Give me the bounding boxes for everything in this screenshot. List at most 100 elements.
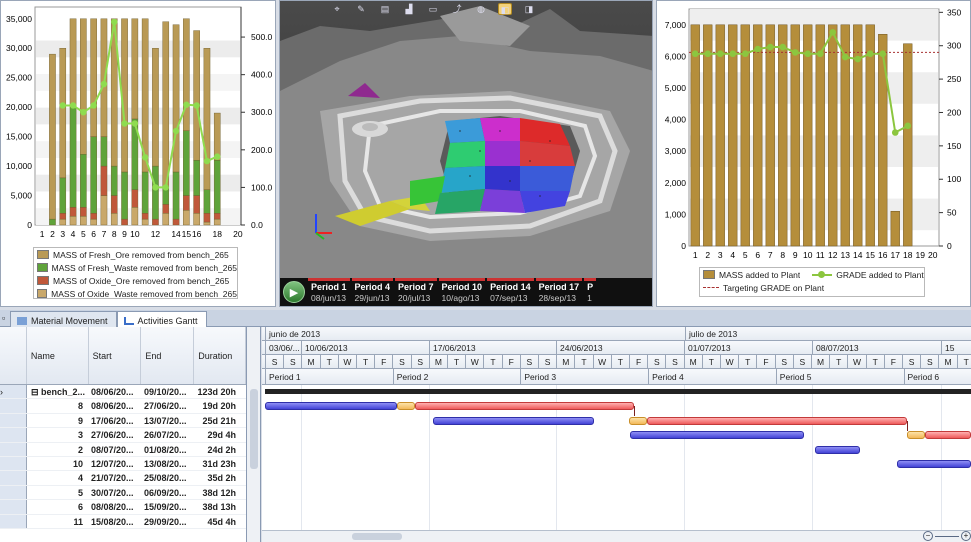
zoom-out-icon[interactable]: − (923, 531, 933, 541)
y-tick-label: 20,000 (6, 102, 32, 112)
pit-3d-scene[interactable] (280, 1, 653, 280)
timeline-period[interactable]: Period 4 29/jun/13 (351, 278, 394, 306)
pit-3d-viewer[interactable]: ⌖ ✎ ▤ ▟ ▭ ⤴ ◍ ◧ ◨ ▶ Period 1 08/jun/13 Period 4 29/… (279, 0, 653, 307)
gantt-task-bar[interactable] (647, 416, 907, 425)
timeline-period[interactable]: Period 1 08/jun/13 (308, 278, 350, 306)
grid-row[interactable]: 11 15/08/20... 29/09/20... 45d 4h (0, 514, 246, 529)
plant-grade-point (741, 50, 749, 58)
grid-row[interactable]: 6 08/08/20... 15/09/20... 38d 13h (0, 500, 246, 515)
grade-point (69, 102, 77, 109)
column-header-name[interactable]: Name (27, 327, 89, 384)
bottom-tab-strip: ▫ Material Movement Activities Gantt (0, 310, 971, 327)
grid-row[interactable]: 8 08/06/20... 27/06/20... 19d 20h (0, 399, 246, 414)
plant-grade-point (791, 49, 799, 56)
shade-icon[interactable]: ◧ (498, 3, 512, 15)
cell-name: 9 (77, 415, 83, 426)
gantt-day-label: F (629, 355, 647, 369)
section-icon[interactable]: ▭ (426, 3, 440, 15)
play-button[interactable]: ▶ (280, 278, 308, 306)
x-tick-label: 12 (828, 250, 838, 260)
plant-grade-point (716, 50, 724, 58)
y2-tick-label: 300.0 (251, 107, 273, 117)
legend-item-fresh-waste: MASS of Fresh_Waste removed from bench_2… (34, 261, 237, 274)
timeline-period[interactable]: P1 (584, 278, 597, 306)
stacked-bar-segment (141, 213, 149, 220)
timeline-period[interactable]: Period 14 07/sep/13 (487, 278, 534, 306)
column-header-end[interactable]: End (141, 327, 195, 384)
activities-grid: Name Start End Duration › ⊟ bench_2... 08/… (0, 327, 247, 542)
gantt-day-label: T (356, 355, 374, 369)
gantt-task-bar[interactable] (397, 402, 415, 411)
column-header-duration[interactable]: Duration (194, 327, 246, 384)
y-tick-label: 2,000 (665, 178, 687, 188)
grid-row[interactable]: 10 12/07/20... 13/08/20... 31d 23h (0, 456, 246, 472)
render-icon[interactable]: ◨ (522, 3, 536, 15)
pin-icon[interactable]: ▫ (2, 310, 10, 326)
cell-start: 08/08/20... (91, 502, 134, 513)
timeline-period[interactable]: Period 7 20/jul/13 (395, 278, 437, 306)
tab-material-movement[interactable]: Material Movement (10, 311, 117, 327)
stacked-bar-segment (172, 24, 180, 173)
tab-activities-gantt[interactable]: Activities Gantt (116, 311, 207, 327)
row-header (0, 399, 27, 413)
timeline-period[interactable]: Period 10 10/ago/13 (438, 278, 486, 306)
axes-icon[interactable]: ⌖ (330, 3, 344, 15)
scroll-thumb[interactable] (250, 389, 258, 469)
gantt-task-bar[interactable] (433, 416, 594, 425)
stacked-bar-segment (90, 136, 97, 214)
grid-vertical-scrollbar[interactable] (247, 327, 261, 542)
stacked-bar-segment (141, 171, 149, 214)
gantt-day-label: W (465, 355, 483, 369)
stacked-bar-segment (213, 112, 221, 161)
solid-icon[interactable]: ◍ (474, 3, 488, 15)
gantt-task-bar[interactable] (629, 416, 647, 425)
gantt-task-bar[interactable] (265, 402, 397, 411)
surface-icon[interactable]: ▟ (402, 3, 416, 15)
grid-row[interactable]: 3 27/06/20... 26/07/20... 29d 4h (0, 428, 246, 443)
grid-row[interactable]: 4 21/07/20... 25/08/20... 35d 2h (0, 471, 246, 486)
path-icon[interactable]: ⤴ (450, 3, 464, 15)
h-scroll-thumb[interactable] (352, 533, 402, 540)
timeline-period[interactable]: Period 17 28/sep/13 (535, 278, 583, 306)
column-header-start[interactable]: Start (89, 327, 142, 384)
gantt-task-bar[interactable] (815, 445, 860, 454)
gantt-task-bar[interactable] (907, 431, 925, 440)
legend-item-oxide-waste: MASS of Oxide_Waste removed from bench_2… (34, 287, 237, 298)
gantt-day-label: F (374, 355, 392, 369)
select-icon[interactable]: ✎ (354, 3, 368, 15)
stacked-bar-segment (69, 215, 77, 226)
plant-grade-point (829, 29, 837, 36)
grid-row[interactable]: 2 08/07/20... 01/08/20... 24d 2h (0, 442, 246, 457)
stacked-bar-segment (172, 218, 180, 226)
gantt-day-label: F (756, 355, 774, 369)
y2-tick-label: 500.0 (251, 32, 273, 42)
y-tick-label: 7,000 (665, 20, 687, 30)
gantt-task-bar[interactable] (265, 389, 971, 394)
grid-row[interactable]: 5 30/07/20... 06/09/20... 38d 12h (0, 485, 246, 501)
cell-end: 27/06/20... (144, 401, 187, 412)
gantt-task-bar[interactable] (630, 431, 804, 440)
x-tick-label: 16 (192, 229, 202, 239)
gantt-task-bar[interactable] (897, 460, 971, 468)
gantt-task-bar[interactable] (415, 402, 634, 411)
gantt-task-bar[interactable] (925, 431, 971, 440)
blocks-icon[interactable]: ▤ (378, 3, 392, 15)
grid-row-parent[interactable]: › ⊟ bench_2... 08/06/20... 09/10/20... 123d … (0, 385, 246, 400)
y2-tick-label: 350 (947, 7, 961, 17)
gantt-chart[interactable]: junio de 2013 julio de 2013 03/06/... 10/0… (262, 327, 971, 542)
grid-row[interactable]: 9 17/06/20... 13/07/20... 25d 21h (0, 413, 246, 429)
stacked-bar-segment (203, 189, 211, 214)
x-tick-label: 15 (866, 250, 876, 260)
x-tick-label: 9 (793, 250, 798, 260)
cell-duration: 31d 23h (202, 458, 236, 469)
stacked-bar-segment (100, 165, 108, 196)
y-tick-label: 5,000 (11, 191, 33, 201)
zoom-slider[interactable] (935, 536, 959, 537)
grade-point (141, 154, 149, 161)
zoom-in-icon[interactable]: + (961, 531, 971, 541)
gantt-day-label: M (938, 355, 956, 369)
stacked-bar-segment (100, 195, 108, 226)
gantt-horizontal-scrollbar[interactable]: − + (262, 530, 971, 542)
stacked-bar-segment (59, 177, 67, 214)
cell-end: 09/10/20... (144, 387, 187, 397)
